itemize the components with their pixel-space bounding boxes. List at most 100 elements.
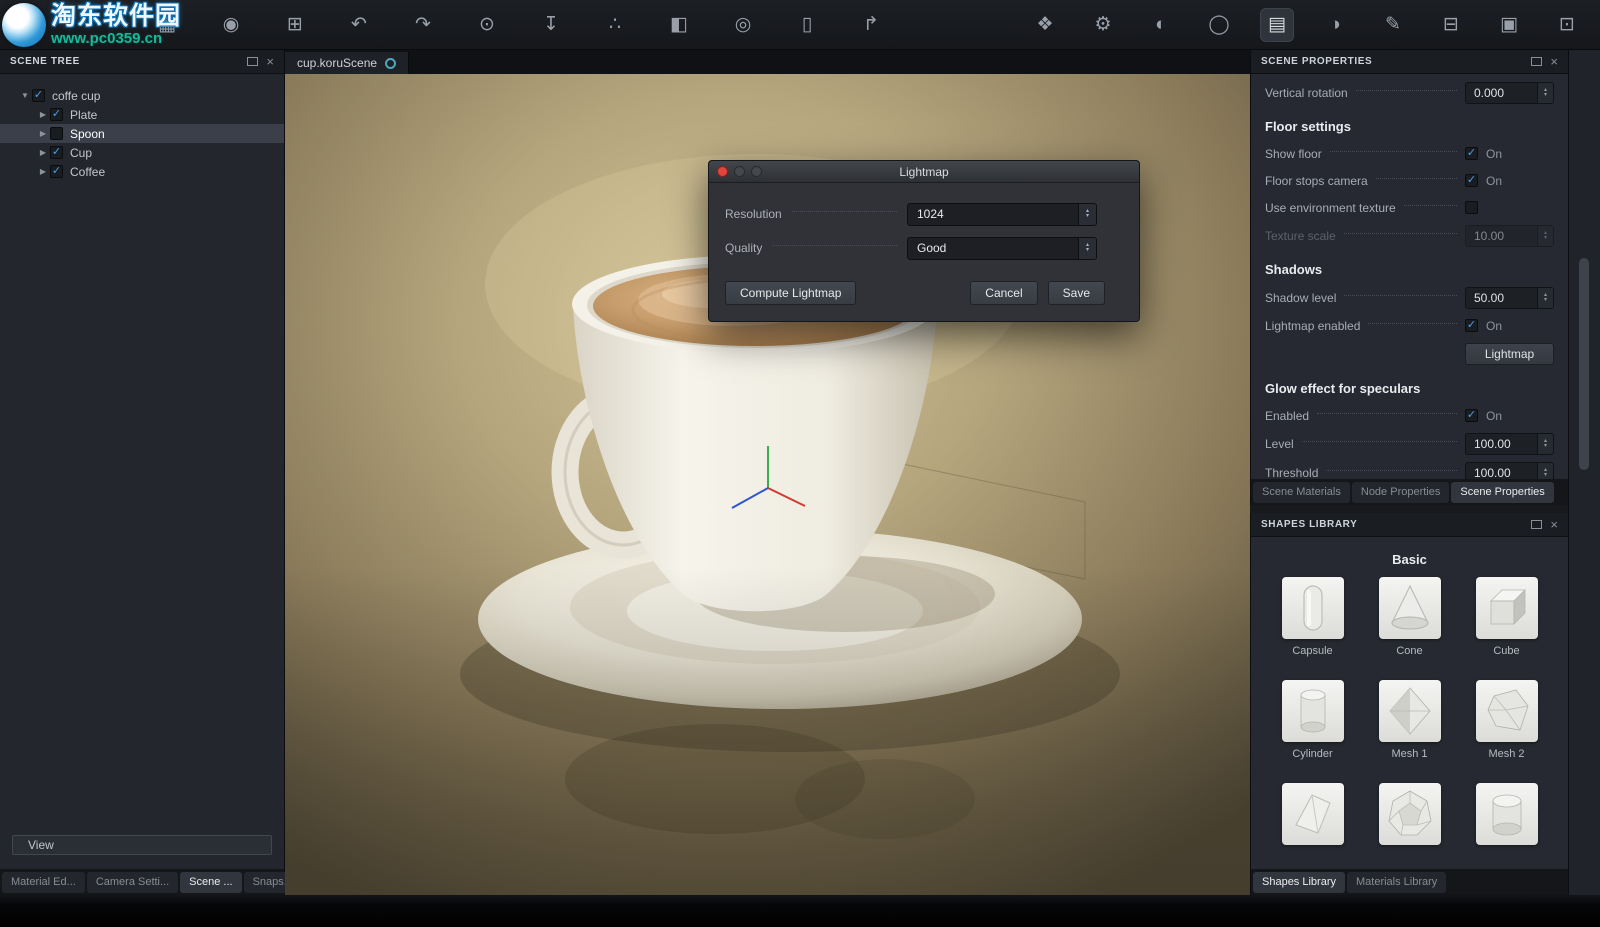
- cube-icon[interactable]: ▣: [1492, 8, 1526, 42]
- edit-icon[interactable]: ✎: [1376, 8, 1410, 42]
- grid-icon[interactable]: ▦: [150, 8, 184, 42]
- scene-file-tab[interactable]: cup.koruScene: [285, 52, 409, 74]
- shape-thumbnail[interactable]: [1476, 680, 1538, 742]
- disclosure-icon[interactable]: ▼ ▶: [36, 148, 50, 157]
- tree-row[interactable]: ▼ ▶ ✓ Spoon: [0, 124, 284, 143]
- spinner-icon[interactable]: ▴▾: [1537, 288, 1553, 308]
- tab-status-icon[interactable]: [385, 58, 396, 69]
- chat-icon[interactable]: ⊟: [1434, 8, 1468, 42]
- shape-item-cube[interactable]: Cube: [1458, 577, 1555, 658]
- panel-scrollbar[interactable]: [1568, 50, 1600, 895]
- add-frame-icon[interactable]: ⊞: [278, 8, 312, 42]
- tab-scene[interactable]: Scene ...: [180, 872, 241, 893]
- glow-enabled-checkbox[interactable]: ✓: [1465, 409, 1478, 422]
- close-panel-icon[interactable]: ×: [1550, 518, 1558, 531]
- orbit-icon[interactable]: ◎: [726, 8, 760, 42]
- globe-icon[interactable]: ◐: [1144, 8, 1178, 42]
- layers-icon[interactable]: ◧: [662, 8, 696, 42]
- undo-icon[interactable]: ↶: [342, 8, 376, 42]
- close-traffic-light-icon[interactable]: [717, 166, 728, 177]
- cancel-button[interactable]: Cancel: [970, 281, 1037, 305]
- tree-row[interactable]: ▼ ▶ ✓ coffe cup: [0, 86, 284, 105]
- tab-materials-library[interactable]: Materials Library: [1347, 872, 1446, 893]
- library-icon[interactable]: ▤: [1260, 8, 1294, 42]
- close-panel-icon[interactable]: ×: [1550, 55, 1558, 68]
- glow-level-field[interactable]: 100.00 ▴▾: [1465, 433, 1554, 455]
- lightmap-button[interactable]: Lightmap: [1465, 343, 1554, 365]
- shape-item-capsule[interactable]: Capsule: [1264, 577, 1361, 658]
- tab-shapes-library[interactable]: Shapes Library: [1253, 872, 1345, 893]
- float-panel-icon[interactable]: [1531, 57, 1542, 66]
- disclosure-icon[interactable]: ▼ ▶: [36, 167, 50, 176]
- camera-icon[interactable]: ◉: [214, 8, 248, 42]
- scene-tree-header: SCENE TREE ×: [0, 50, 284, 74]
- shape-thumbnail[interactable]: [1476, 783, 1538, 845]
- spinner-icon[interactable]: ▴▾: [1537, 434, 1553, 454]
- import-icon[interactable]: ↧: [534, 8, 568, 42]
- zoom-traffic-light-icon[interactable]: [751, 166, 762, 177]
- record-icon[interactable]: ◯: [1202, 8, 1236, 42]
- shadow-level-field[interactable]: 50.00 ▴▾: [1465, 287, 1554, 309]
- close-panel-icon[interactable]: ×: [266, 55, 274, 68]
- shape-item-mesh-2[interactable]: Mesh 2: [1458, 680, 1555, 761]
- shape-item-cylinder[interactable]: Cylinder: [1264, 680, 1361, 761]
- quality-select[interactable]: Good ▴▾: [907, 237, 1097, 260]
- tab-scene-properties[interactable]: Scene Properties: [1451, 482, 1553, 503]
- shape-item-mesh-4[interactable]: [1361, 783, 1458, 864]
- shape-thumbnail[interactable]: [1379, 577, 1441, 639]
- minimize-traffic-light-icon[interactable]: [734, 166, 745, 177]
- tree-row[interactable]: ▼ ▶ ✓ Coffee: [0, 162, 284, 181]
- tab-camera-settings[interactable]: Camera Setti...: [87, 872, 178, 893]
- device-icon[interactable]: ▯: [790, 8, 824, 42]
- float-panel-icon[interactable]: [1531, 520, 1542, 529]
- visibility-checkbox[interactable]: ✓: [50, 146, 63, 159]
- shape-item-cone[interactable]: Cone: [1361, 577, 1458, 658]
- shape-item-mesh-1[interactable]: Mesh 1: [1361, 680, 1458, 761]
- dropdown-arrows-icon[interactable]: ▴▾: [1078, 204, 1096, 225]
- vertical-rotation-field[interactable]: 0.000 ▴▾: [1465, 82, 1554, 104]
- focus-icon[interactable]: ⊙: [470, 8, 504, 42]
- resolution-select[interactable]: 1024 ▴▾: [907, 203, 1097, 226]
- shape-thumbnail[interactable]: [1282, 783, 1344, 845]
- visibility-checkbox[interactable]: ✓: [50, 165, 63, 178]
- tree-row[interactable]: ▼ ▶ ✓ Cup: [0, 143, 284, 162]
- disclosure-icon[interactable]: ▼ ▶: [18, 91, 32, 100]
- particles-icon[interactable]: ∴: [598, 8, 632, 42]
- shape-item-mesh-3[interactable]: [1264, 783, 1361, 864]
- float-panel-icon[interactable]: [247, 57, 258, 66]
- scrollbar-thumb[interactable]: [1579, 258, 1589, 470]
- chart-icon[interactable]: ◑: [1318, 8, 1352, 42]
- tree-row[interactable]: ▼ ▶ ✓ Plate: [0, 105, 284, 124]
- dropdown-arrows-icon[interactable]: ▴▾: [1078, 238, 1096, 259]
- shape-thumbnail[interactable]: [1476, 577, 1538, 639]
- hierarchy-icon[interactable]: ❖: [1028, 8, 1062, 42]
- view-button[interactable]: View: [12, 835, 272, 855]
- disclosure-icon[interactable]: ▼ ▶: [36, 129, 50, 138]
- shape-thumbnail[interactable]: [1282, 577, 1344, 639]
- spinner-icon[interactable]: ▴▾: [1537, 226, 1553, 246]
- shape-thumbnail[interactable]: [1282, 680, 1344, 742]
- floor-stops-camera-checkbox[interactable]: ✓: [1465, 174, 1478, 187]
- tab-node-properties[interactable]: Node Properties: [1352, 482, 1450, 503]
- tab-material-editor[interactable]: Material Ed...: [2, 872, 85, 893]
- export-icon[interactable]: ↱: [854, 8, 888, 42]
- gear-icon[interactable]: ⚙: [1086, 8, 1120, 42]
- compute-lightmap-button[interactable]: Compute Lightmap: [725, 281, 856, 305]
- save-button[interactable]: Save: [1048, 281, 1105, 305]
- shape-item-mesh-5[interactable]: [1458, 783, 1555, 864]
- spinner-icon[interactable]: ▴▾: [1537, 83, 1553, 103]
- visibility-checkbox[interactable]: ✓: [32, 89, 45, 102]
- dialog-titlebar[interactable]: Lightmap: [709, 161, 1139, 183]
- redo-icon[interactable]: ↷: [406, 8, 440, 42]
- lightmap-enabled-checkbox[interactable]: ✓: [1465, 319, 1478, 332]
- shape-thumbnail[interactable]: [1379, 783, 1441, 845]
- tab-scene-materials[interactable]: Scene Materials: [1253, 482, 1350, 503]
- panel-icon[interactable]: ⊡: [1550, 8, 1584, 42]
- visibility-checkbox[interactable]: ✓: [50, 108, 63, 121]
- use-environment-texture-checkbox[interactable]: ✓: [1465, 201, 1478, 214]
- show-floor-checkbox[interactable]: ✓: [1465, 147, 1478, 160]
- shape-thumbnail[interactable]: [1379, 680, 1441, 742]
- disclosure-icon[interactable]: ▼ ▶: [36, 110, 50, 119]
- visibility-checkbox[interactable]: ✓: [50, 127, 63, 140]
- texture-scale-field[interactable]: 10.00 ▴▾: [1465, 225, 1554, 247]
